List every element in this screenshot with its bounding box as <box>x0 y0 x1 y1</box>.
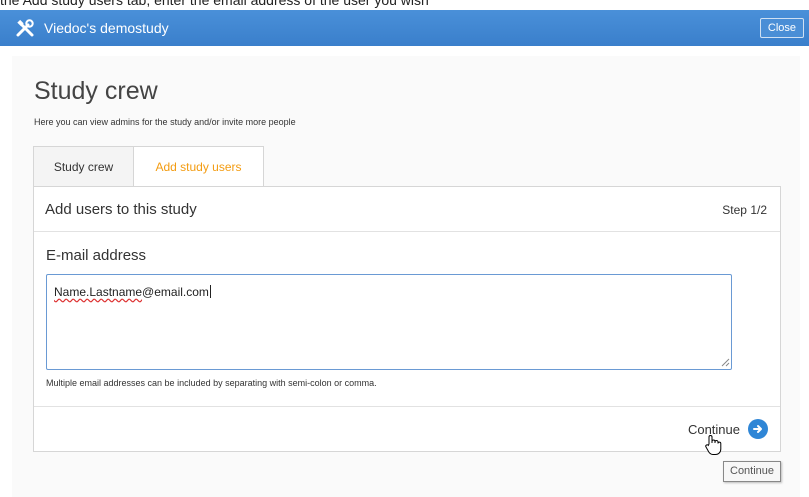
tab-study-crew[interactable]: Study crew <box>33 146 134 186</box>
page-subtitle: Here you can view admins for the study a… <box>34 117 296 127</box>
app-title: Viedoc's demostudy <box>44 20 169 36</box>
tools-icon <box>14 17 36 39</box>
panel-title: Add users to this study <box>45 201 197 218</box>
app-header: Viedoc's demostudy Close <box>0 10 809 46</box>
email-field-value: Name.Lastname@email.com <box>54 285 211 299</box>
step-indicator: Step 1/2 <box>722 203 767 217</box>
page-title: Study crew <box>34 77 158 105</box>
arrow-right-circle-icon <box>748 419 768 439</box>
text-caret <box>209 285 211 298</box>
continue-button[interactable]: Continue <box>688 419 768 439</box>
panel-header: Add users to this study Step 1/2 <box>34 187 780 232</box>
top-cropped-text: the Add study users tab, enter the email… <box>0 0 809 10</box>
continue-tooltip: Continue <box>723 461 782 482</box>
tab-add-study-users[interactable]: Add study users <box>134 146 264 186</box>
email-hint: Multiple email addresses can be included… <box>46 378 377 388</box>
panel-footer: Continue <box>34 406 780 452</box>
email-value-name: Name.Lastname <box>54 285 143 299</box>
email-field-label: E-mail address <box>46 247 147 264</box>
tab-bar: Study crew Add study users <box>33 146 264 186</box>
resize-grip-icon[interactable] <box>720 357 730 367</box>
close-button[interactable]: Close <box>759 18 804 38</box>
hand-pointer-cursor-icon <box>705 435 722 455</box>
top-cropped-text-content: the Add study users tab, enter the email… <box>0 0 429 8</box>
email-value-domain: @email.com <box>142 285 209 299</box>
add-users-panel: Add users to this study Step 1/2 E-mail … <box>33 186 781 452</box>
